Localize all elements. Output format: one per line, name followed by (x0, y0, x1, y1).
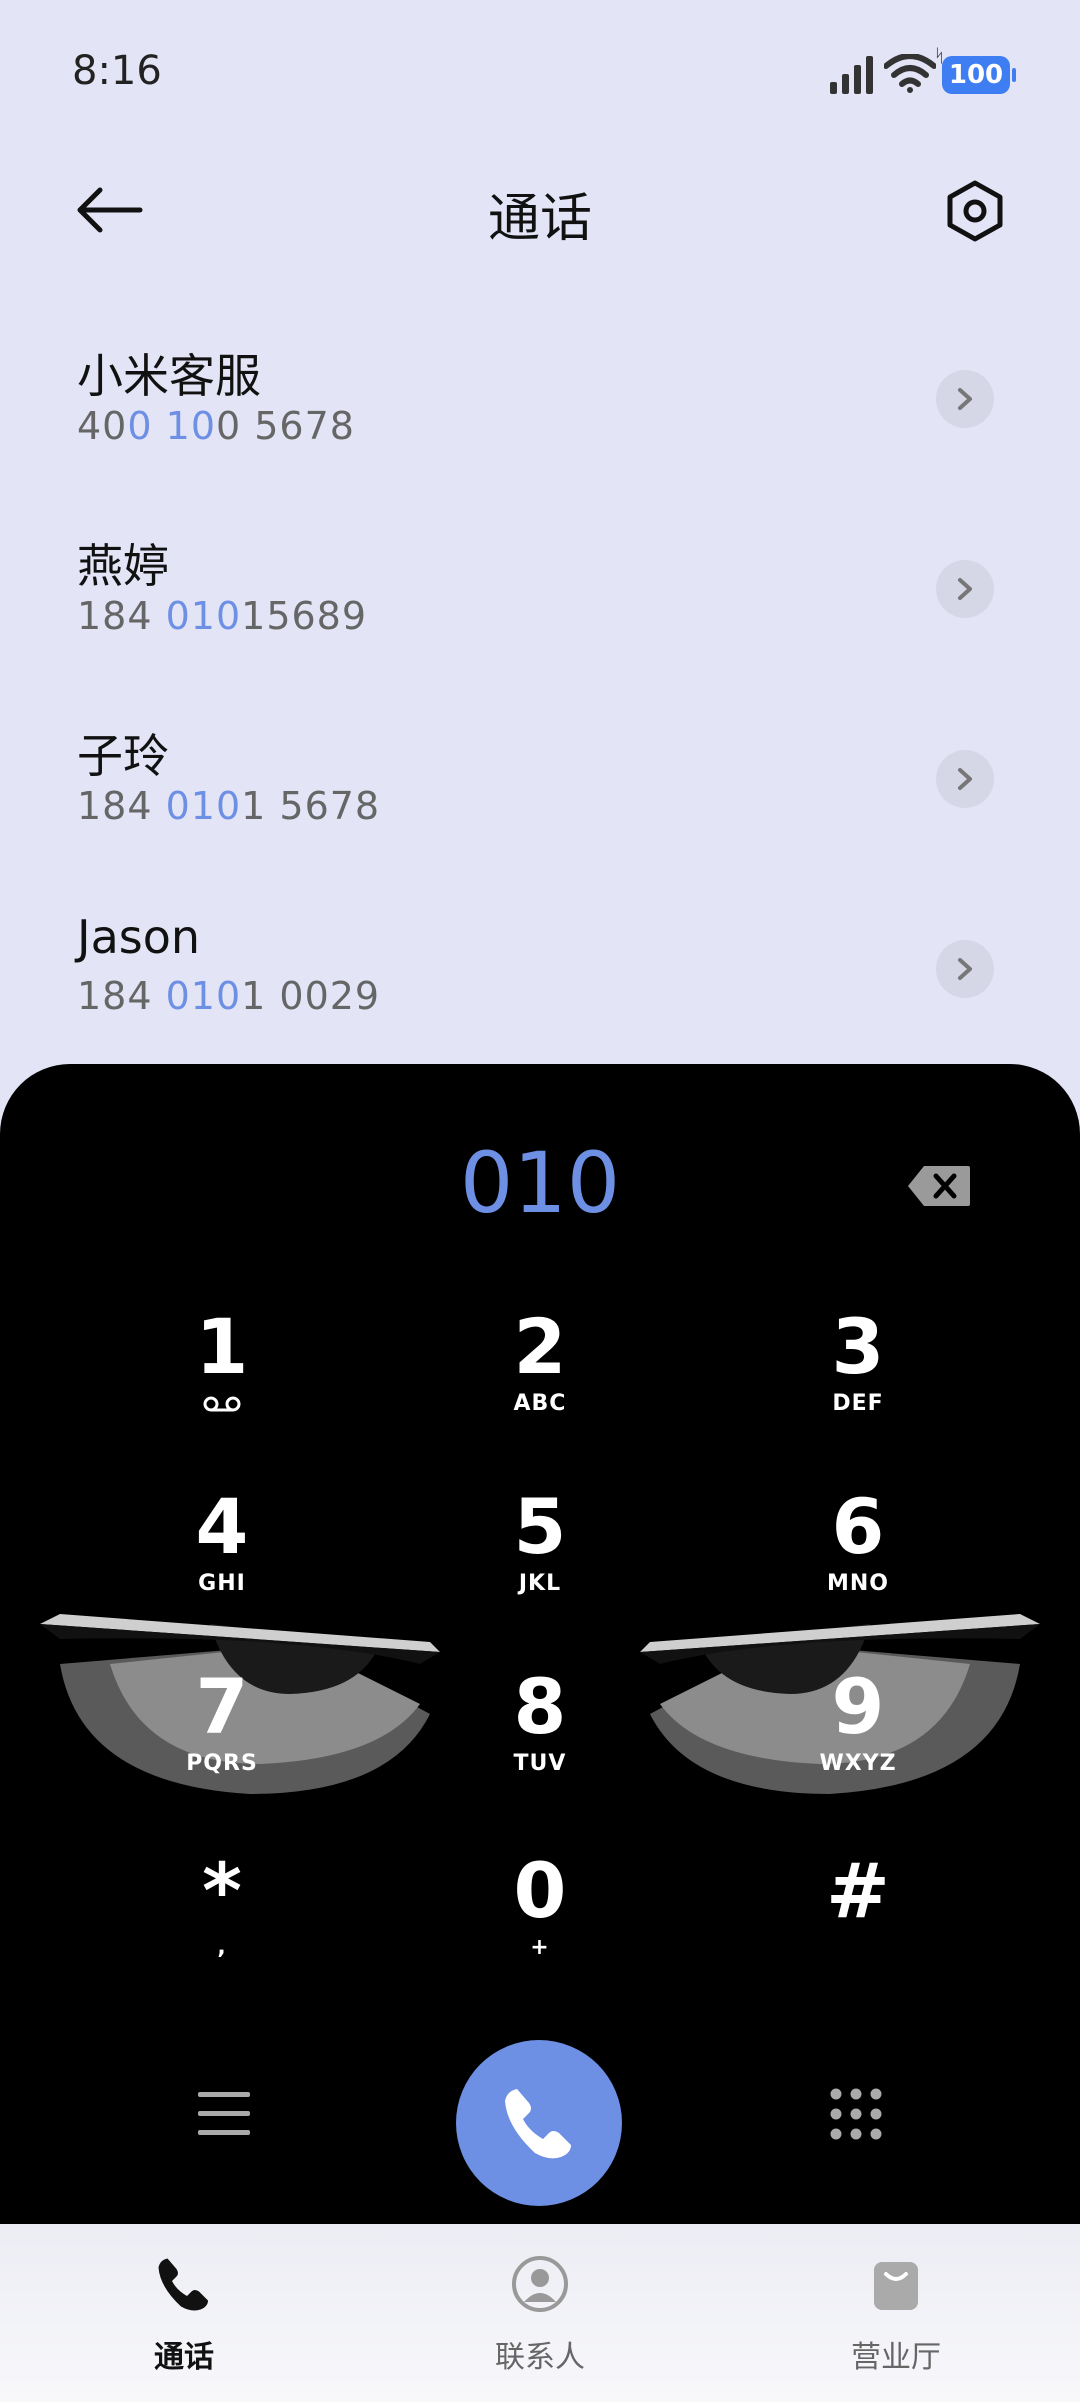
number-part: 184 (77, 594, 166, 638)
key-2[interactable]: 2 ABC (440, 1304, 640, 1444)
contact-detail-button[interactable] (936, 750, 994, 808)
person-icon (512, 2256, 568, 2312)
number-match: 010 (165, 594, 242, 638)
key-letters: WXYZ (819, 1751, 897, 1776)
number-part: 1 5678 (241, 784, 381, 828)
key-6[interactable]: 6 MNO (758, 1484, 958, 1624)
number-part: 40 (77, 404, 128, 448)
nav-tab-calls[interactable]: 通话 (34, 2224, 334, 2402)
key-digit: 0 (513, 1846, 567, 1935)
chevron-right-icon (958, 578, 972, 600)
number-part: 15689 (241, 594, 368, 638)
key-letters: MNO (826, 1571, 889, 1596)
contact-detail-button[interactable] (936, 940, 994, 998)
key-1[interactable]: 1 (122, 1304, 322, 1444)
page-title: 通话 (487, 189, 592, 249)
key-3[interactable]: 3 DEF (758, 1304, 958, 1444)
contact-name: 小米客服 (77, 349, 261, 403)
key-letters: GHI (198, 1571, 246, 1596)
contact-detail-button[interactable] (936, 560, 994, 618)
number-part (153, 404, 166, 448)
key-digit: 9 (831, 1662, 885, 1751)
key-9[interactable]: 9 WXYZ (758, 1664, 958, 1804)
voicemail-icon (203, 1396, 241, 1412)
bottom-navigation: 通话 联系人 营业厅 (0, 2224, 1080, 2402)
contact-number: 184 0101 0029 (77, 974, 380, 1018)
key-digit: 3 (831, 1302, 885, 1391)
key-digit: 1 (195, 1302, 249, 1391)
key-letters: DEF (832, 1391, 884, 1416)
contact-name: 子玲 (77, 729, 169, 783)
contact-name: Jason (77, 910, 201, 964)
key-8[interactable]: 8 TUV (440, 1664, 640, 1804)
number-match: 010 (165, 784, 242, 828)
key-digit: 2 (513, 1302, 567, 1391)
key-0[interactable]: 0 + (440, 1848, 640, 1988)
key-digit: 5 (513, 1482, 567, 1571)
contact-detail-button[interactable] (936, 370, 994, 428)
chevron-right-icon (958, 958, 972, 980)
contact-number: 184 0101 5678 (77, 784, 380, 828)
number-match: 010 (165, 974, 242, 1018)
contact-number: 184 01015689 (77, 594, 367, 638)
key-letters: TUV (513, 1751, 567, 1776)
chevron-right-icon (958, 388, 972, 410)
nav-label: 联系人 (495, 2340, 585, 2375)
contact-item[interactable]: 小米客服 400 100 5678 (0, 340, 1080, 520)
key-digit: 4 (195, 1482, 249, 1571)
key-hash[interactable]: # (758, 1848, 958, 1988)
nav-tab-contacts[interactable]: 联系人 (390, 2224, 690, 2402)
key-digit: # (826, 1846, 890, 1935)
dialer-panel: 010 1 2 ABC 3 DEF 4 GHI 5 JKL 6 MNO 7 PQ… (0, 1064, 1080, 2224)
status-bar: 8:16 ᛋ 100 (0, 0, 1080, 150)
chevron-right-icon (958, 768, 972, 790)
phone-icon (158, 2258, 208, 2311)
key-5[interactable]: 5 JKL (440, 1484, 640, 1624)
key-digit: 8 (513, 1662, 567, 1751)
key-digit: 7 (195, 1662, 249, 1751)
contact-name: 燕婷 (77, 539, 169, 593)
phone-icon (505, 2089, 571, 2159)
key-letters: ABC (513, 1391, 567, 1416)
call-button[interactable] (456, 2040, 622, 2206)
signal-icon (830, 56, 873, 94)
nav-tab-store[interactable]: 营业厅 (746, 2224, 1046, 2402)
menu-icon[interactable] (196, 2088, 252, 2140)
number-part: 1 0029 (241, 974, 381, 1018)
key-letters: , (217, 1935, 227, 1960)
key-7[interactable]: 7 PQRS (122, 1664, 322, 1804)
key-letters: PQRS (186, 1751, 258, 1776)
contact-item[interactable]: 燕婷 184 01015689 (0, 530, 1080, 710)
contact-item[interactable]: 子玲 184 0101 5678 (0, 720, 1080, 900)
backspace-icon[interactable] (906, 1164, 972, 1208)
number-part: 184 (77, 974, 166, 1018)
number-part: 0 5678 (216, 404, 355, 448)
keypad-icon[interactable] (828, 2086, 884, 2142)
settings-icon[interactable] (940, 176, 1010, 246)
battery-indicator: 100 (942, 56, 1016, 94)
shopping-bag-icon (874, 2262, 918, 2310)
key-4[interactable]: 4 GHI (122, 1484, 322, 1624)
key-letters: + (530, 1935, 550, 1960)
key-digit: * (202, 1846, 242, 1935)
wifi-icon (884, 54, 936, 93)
number-match: 10 (165, 404, 216, 448)
number-match: 0 (127, 404, 153, 448)
contact-item[interactable]: Jason 184 0101 0029 (0, 910, 1080, 1090)
key-letters: JKL (518, 1571, 562, 1596)
nav-label: 营业厅 (851, 2340, 941, 2375)
contact-number: 400 100 5678 (77, 404, 355, 448)
number-part: 184 (77, 784, 166, 828)
nav-label: 通话 (154, 2340, 214, 2375)
status-time: 8:16 (72, 48, 162, 94)
key-star[interactable]: * , (122, 1848, 322, 1988)
battery-level: 100 (948, 60, 1004, 90)
key-digit: 6 (831, 1482, 885, 1571)
